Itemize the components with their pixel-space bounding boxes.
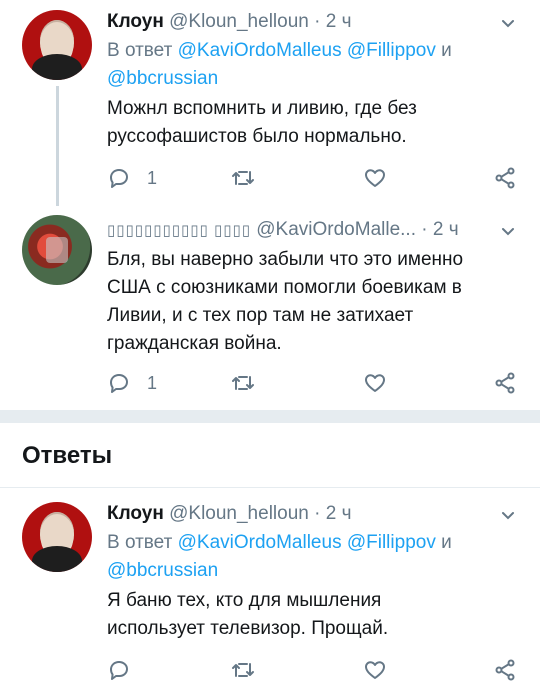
retweet-button[interactable] <box>231 370 255 396</box>
retweet-icon <box>232 663 254 677</box>
tweet-actions <box>107 657 540 683</box>
reply-icon <box>110 661 128 680</box>
share-icon <box>495 167 515 189</box>
retweet-icon <box>232 171 254 185</box>
chevron-down-icon[interactable] <box>500 16 516 32</box>
chevron-down-icon[interactable] <box>500 224 516 240</box>
tweet-text-line: гражданская война. <box>107 333 282 354</box>
reply-mention-link[interactable]: @bbcrussian <box>107 560 218 581</box>
avatar[interactable] <box>22 215 92 285</box>
reply-prefix: В ответ <box>107 40 173 61</box>
reply-mention-link[interactable]: @KaviOrdoMalleus @Fillippov <box>178 40 436 61</box>
share-button[interactable] <box>493 657 517 683</box>
share-icon <box>495 659 515 681</box>
chevron-down-icon[interactable] <box>500 508 516 524</box>
tweet-text-line: руссофашистов было нормально. <box>107 126 407 147</box>
reply-and: и <box>441 532 452 553</box>
thread-line <box>56 86 59 206</box>
reply-context: В ответ @KaviOrdoMalleus @Fillippov и @b… <box>107 529 500 585</box>
reply-mention-link[interactable]: @bbcrussian <box>107 68 218 89</box>
like-button[interactable] <box>363 165 387 191</box>
tweet-text-line: Я баню тех, кто для мышления <box>107 590 382 611</box>
reply-icon <box>110 169 128 188</box>
separator-dot: · <box>314 503 321 524</box>
user-handle[interactable]: @KaviOrdoMalle... <box>256 219 416 240</box>
tweet-text-line: США с союзниками помогли боевикам в <box>107 277 462 298</box>
reply-icon <box>110 374 128 393</box>
tweet-header: Клоун @Kloun_helloun · 2 ч <box>107 502 500 526</box>
replies-heading: Ответы <box>22 442 113 469</box>
tweet-actions: 1 <box>107 165 540 191</box>
tweet-text-line: Можнл вспомнить и ливию, где без <box>107 98 417 119</box>
like-icon <box>365 374 385 392</box>
timestamp[interactable]: 2 ч <box>433 219 459 240</box>
reply-count: 1 <box>147 372 158 393</box>
divider <box>0 487 540 488</box>
tweet-actions: 1 <box>107 370 540 396</box>
tweet-text: Я баню тех, кто для мышления использует … <box>107 587 510 643</box>
separator-dot: · <box>314 11 321 32</box>
reply-and: и <box>441 40 452 61</box>
tweet-text: Можнл вспомнить и ливию, где без руссофа… <box>107 95 510 151</box>
like-button[interactable] <box>363 370 387 396</box>
retweet-button[interactable] <box>231 657 255 683</box>
reply-button[interactable]: 1 <box>107 165 157 191</box>
share-button[interactable] <box>493 165 517 191</box>
tweet-text-line: Бля, вы наверно забыли что это именно <box>107 249 464 270</box>
user-handle[interactable]: @Kloun_helloun <box>169 11 309 32</box>
display-name[interactable]: Клоун <box>107 503 164 524</box>
reply-button[interactable]: 1 <box>107 370 157 396</box>
like-icon <box>365 661 385 679</box>
share-button[interactable] <box>493 370 517 396</box>
tweet-text-line: Ливии, и с тех пор там не затихает <box>107 305 414 326</box>
separator-dot: · <box>421 219 428 240</box>
reply-context: В ответ @KaviOrdoMalleus @Fillippov и @b… <box>107 37 500 93</box>
like-icon <box>365 169 385 187</box>
reply-button[interactable] <box>107 657 131 683</box>
timestamp[interactable]: 2 ч <box>326 11 352 32</box>
tweet-header: ▯▯▯▯▯▯▯▯▯▯▯ ▯▯▯▯ @KaviOrdoMalle... · 2 ч <box>107 218 500 242</box>
reply-count: 1 <box>147 167 158 188</box>
like-button[interactable] <box>363 657 387 683</box>
timestamp[interactable]: 2 ч <box>326 503 352 524</box>
user-handle[interactable]: @Kloun_helloun <box>169 503 309 524</box>
display-name[interactable]: ▯▯▯▯▯▯▯▯▯▯▯ ▯▯▯▯ <box>107 222 251 239</box>
share-icon <box>495 372 515 394</box>
retweet-icon <box>232 376 254 390</box>
tweet-header: Клоун @Kloun_helloun · 2 ч <box>107 10 500 34</box>
section-separator <box>0 410 540 423</box>
avatar[interactable] <box>22 502 92 572</box>
tweet-text: Бля, вы наверно забыли что это именно СШ… <box>107 246 510 358</box>
display-name[interactable]: Клоун <box>107 11 164 32</box>
avatar[interactable] <box>22 10 92 80</box>
reply-mention-link[interactable]: @KaviOrdoMalleus @Fillippov <box>178 532 436 553</box>
retweet-button[interactable] <box>231 165 255 191</box>
tweet-text-line: использует телевизор. Прощай. <box>107 618 389 639</box>
reply-prefix: В ответ <box>107 532 173 553</box>
